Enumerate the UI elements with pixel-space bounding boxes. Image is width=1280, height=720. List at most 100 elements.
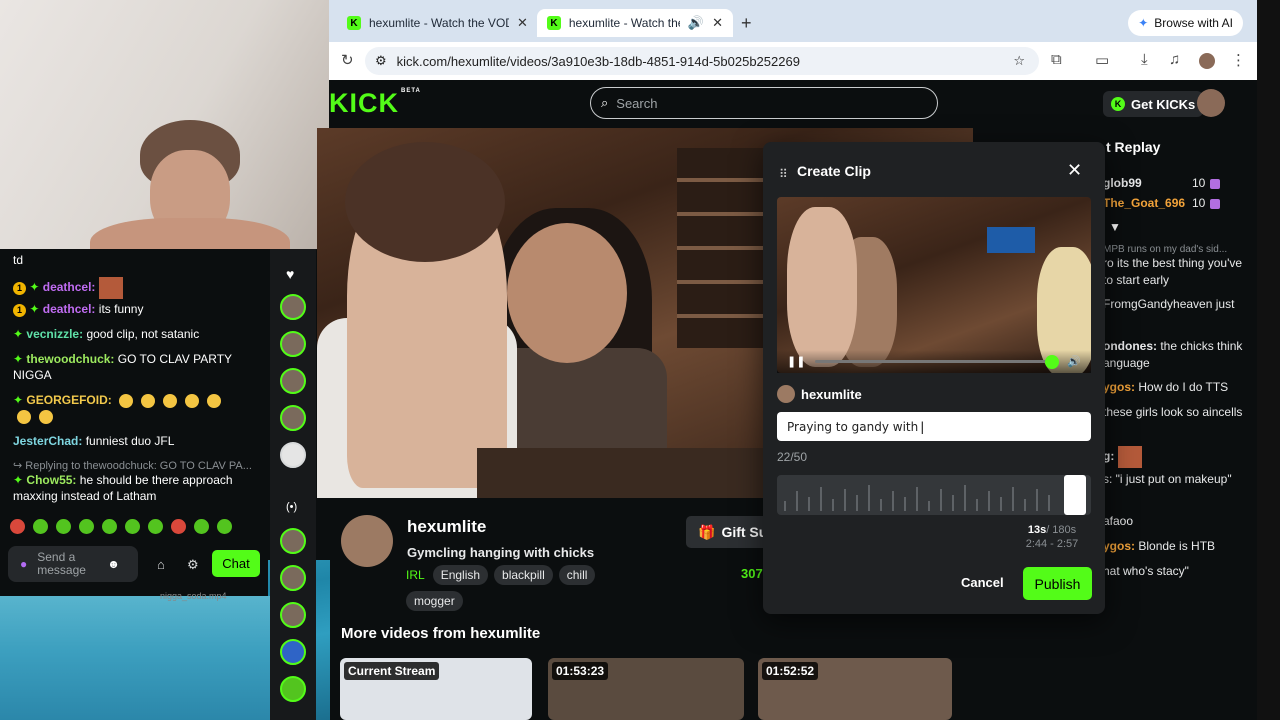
preview-seek-bar[interactable]	[815, 355, 1060, 369]
followed-channel-avatar[interactable]	[280, 368, 306, 394]
chat-username[interactable]: ygos:	[1103, 539, 1135, 553]
publish-button[interactable]: Publish	[1023, 567, 1092, 600]
close-tab-icon[interactable]: ✕	[517, 15, 528, 31]
get-kicks-button[interactable]: K Get KICKs	[1103, 91, 1204, 117]
chat-username[interactable]: vecnizzle:	[26, 327, 83, 341]
media-control-icon[interactable]: ♫	[1169, 51, 1180, 68]
character-count: 22/50	[777, 450, 808, 464]
clip-preview-video[interactable]	[777, 197, 1091, 373]
emote-icon[interactable]	[56, 519, 71, 534]
channel-avatar	[777, 385, 795, 403]
chat-username[interactable]: ondones:	[1103, 339, 1157, 353]
microphone-icon[interactable]: ●	[20, 557, 27, 571]
chat-username[interactable]: glob99	[1103, 176, 1142, 190]
heart-icon[interactable]: ♥	[286, 266, 294, 282]
followed-channel-avatar[interactable]	[280, 442, 306, 468]
emote-icon[interactable]	[171, 519, 186, 534]
pinned-filter-icon[interactable]: ▼	[1109, 220, 1121, 234]
chat-username[interactable]: ygos:	[1103, 380, 1135, 394]
emote-icon[interactable]	[148, 519, 163, 534]
followed-channel-avatar[interactable]	[280, 405, 306, 431]
channel-avatar[interactable]	[341, 515, 393, 567]
emote-icon[interactable]	[217, 519, 232, 534]
chat-username[interactable]: JesterChad:	[13, 434, 82, 448]
emote-icon[interactable]	[33, 519, 48, 534]
store-icon[interactable]: ⌂	[157, 557, 165, 572]
browse-with-ai-button[interactable]: ✦ Browse with AI	[1128, 10, 1243, 36]
emote-icon[interactable]	[102, 519, 117, 534]
chat-username[interactable]: GEORGEFOID:	[26, 393, 111, 407]
recommended-channel-avatar[interactable]	[280, 639, 306, 665]
browser-tab-2[interactable]: K hexumlite - Watch the VOD 🔊 ✕	[537, 9, 733, 37]
chat-message: ondones: the chicks think anguage	[1103, 338, 1253, 372]
laughing-emoji-icon	[17, 409, 31, 424]
recommended-channel-avatar[interactable]	[280, 676, 306, 702]
seek-knob[interactable]	[1045, 355, 1060, 369]
bookmark-star-icon[interactable]: ☆	[1013, 53, 1025, 69]
followed-channel-avatar[interactable]	[280, 294, 306, 320]
site-info-icon[interactable]: ⚙	[375, 53, 387, 69]
chat-send-button[interactable]: Chat	[212, 550, 260, 577]
followed-channel-avatar[interactable]	[280, 331, 306, 357]
video-thumbnail[interactable]: 01:53:23	[548, 658, 744, 720]
tag-chip[interactable]: English	[432, 565, 489, 585]
chat-username[interactable]: thewoodchuck:	[26, 352, 114, 366]
address-bar[interactable]: ⚙ kick.com/hexumlite/videos/3a910e3b-18d…	[365, 47, 1039, 75]
cast-icon[interactable]: ▭	[1095, 51, 1109, 69]
tag-chip[interactable]: blackpill	[494, 565, 553, 585]
emote-icon[interactable]	[10, 519, 25, 534]
extensions-icon[interactable]: ⧉	[1051, 51, 1062, 68]
kick-logo[interactable]: KICK BETA	[329, 88, 421, 119]
cancel-button[interactable]: Cancel	[961, 575, 1004, 590]
clip-title-value: Praying to gandy with	[787, 419, 919, 434]
user-avatar[interactable]	[1197, 89, 1225, 117]
stream-title: Gymcling hanging with chicks	[407, 545, 595, 560]
verified-sparkle-icon: ✦	[13, 352, 24, 366]
verified-sparkle-icon: ✦	[13, 393, 24, 407]
video-thumbnail[interactable]: Current Stream	[340, 658, 532, 720]
close-tab-icon[interactable]: ✕	[712, 15, 723, 31]
emote-icon[interactable]	[125, 519, 140, 534]
recommended-channel-avatar[interactable]	[280, 528, 306, 554]
category-link[interactable]: IRL	[406, 568, 425, 582]
chat-message-input[interactable]: ● Send a message ☻	[8, 546, 138, 582]
tag-chip[interactable]: chill	[558, 565, 596, 585]
clip-channel-name: hexumlite	[801, 386, 862, 402]
download-icon[interactable]: ⤓	[1141, 51, 1148, 68]
chat-message: ygos: How do I do TTS	[1103, 379, 1253, 396]
kick-favicon-icon: K	[347, 16, 361, 30]
new-tab-icon[interactable]: +	[741, 13, 752, 34]
tag-chip[interactable]: mogger	[406, 591, 463, 611]
clip-range-timeline[interactable]	[777, 475, 1091, 515]
search-input[interactable]: ⌕ Search	[590, 87, 938, 119]
reload-icon[interactable]: ↻	[341, 51, 354, 69]
audio-icon[interactable]: 🔊	[688, 15, 704, 31]
settings-gear-icon[interactable]: ⚙	[187, 557, 199, 573]
browser-tab-1[interactable]: K hexumlite - Watch the VOD o ✕	[337, 9, 538, 37]
chat-username[interactable]: deathcel:	[43, 302, 96, 316]
chat-text: FromgGandyheaven just	[1103, 297, 1235, 311]
recommended-channel-avatar[interactable]	[280, 602, 306, 628]
volume-icon[interactable]: 🔊	[1067, 355, 1081, 368]
desktop-file-label: nigga_soda.mp4	[160, 591, 227, 601]
clip-range-handle[interactable]	[1064, 475, 1086, 515]
emote-icon[interactable]	[194, 519, 209, 534]
webcam-person-body	[90, 218, 290, 249]
gift-sub-button[interactable]: 🎁 Gift Sub	[686, 516, 772, 548]
chat-username[interactable]: The_Goat_696	[1103, 196, 1185, 210]
emote-icon[interactable]	[79, 519, 94, 534]
emoji-icon[interactable]: ☻	[107, 557, 120, 571]
chat-username[interactable]: Chow55:	[26, 473, 76, 487]
channel-name[interactable]: hexumlite	[407, 517, 486, 537]
menu-kebab-icon[interactable]: ⋮	[1231, 51, 1246, 69]
drag-handle-icon[interactable]: ⠿	[779, 167, 788, 181]
close-icon[interactable]: ✕	[1067, 160, 1082, 181]
recommended-channel-avatar[interactable]	[280, 565, 306, 591]
kick-favicon-icon: K	[547, 16, 561, 30]
kick-header: KICK BETA ⌕ Search K Get KICKs	[329, 80, 1257, 128]
clip-title-input[interactable]: Praying to gandy with |	[777, 412, 1091, 441]
pause-icon[interactable]: ❚❚	[787, 355, 805, 368]
chat-username[interactable]: deathcel:	[43, 280, 96, 294]
profile-avatar-icon[interactable]	[1199, 53, 1215, 69]
video-thumbnail[interactable]: 01:52:52	[758, 658, 952, 720]
